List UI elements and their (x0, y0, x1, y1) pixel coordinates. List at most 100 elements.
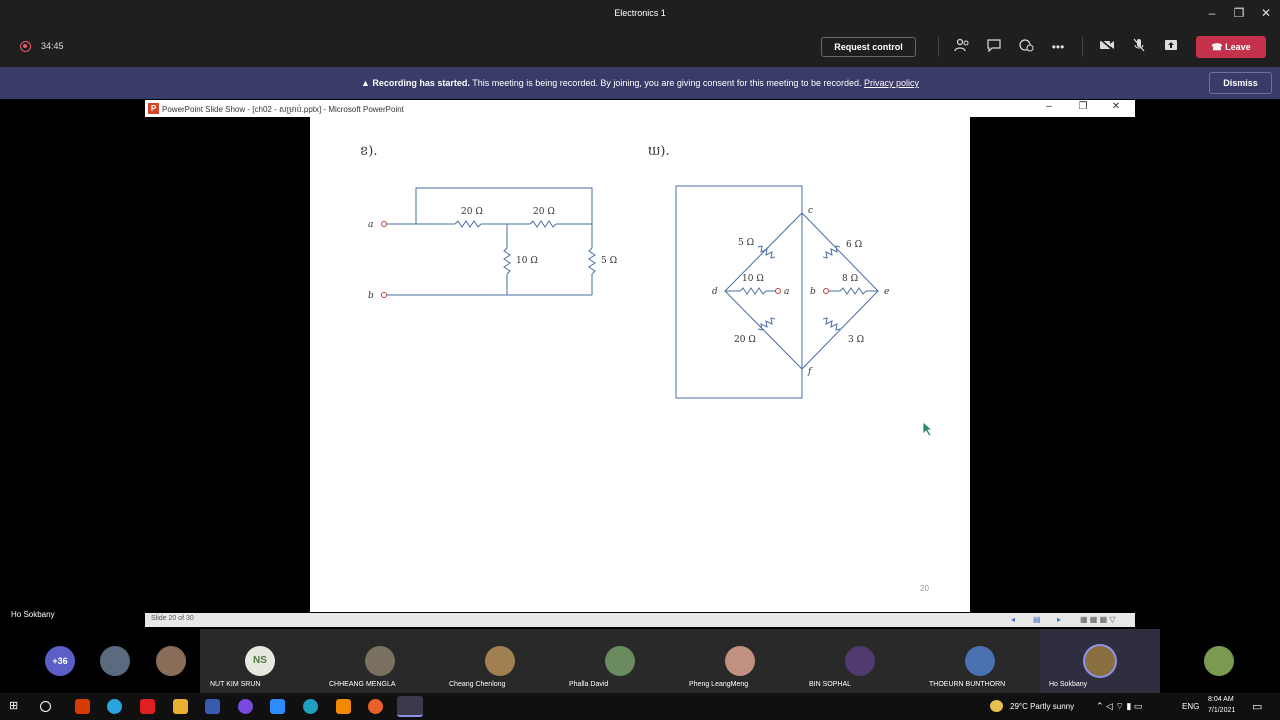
avatar (845, 646, 875, 676)
notifications-icon[interactable]: ▭ (1252, 700, 1262, 713)
meeting-toolbar: 34:45 Request control ••• ☎ Leave (0, 27, 1280, 67)
mic-off-icon[interactable] (1130, 38, 1148, 56)
c1-r2: 20 Ω (533, 207, 555, 217)
c1-terminal-a: a (368, 220, 373, 230)
office-icon[interactable] (75, 699, 90, 714)
avatar (100, 646, 130, 676)
banner-message: ▲ Recording has started. This meeting is… (0, 78, 1280, 88)
mouse-cursor-icon (922, 421, 934, 442)
search-icon[interactable] (40, 701, 51, 712)
phone-hangup-icon: ☎ (1211, 42, 1226, 52)
zoom-icon[interactable] (270, 699, 285, 714)
c2-r5: 5 Ω (738, 238, 754, 248)
tray-icons[interactable]: ⌃ ◁ ⌔ ▮ ▭ (1096, 701, 1142, 712)
c2-node-d: d (712, 287, 718, 297)
c2-r10: 10 Ω (742, 274, 764, 284)
language-indicator[interactable]: ENG (1182, 702, 1199, 711)
next-slide-icon[interactable]: ▸ (1057, 615, 1061, 624)
avatar (156, 646, 186, 676)
slide-page-number: 20 (920, 584, 929, 593)
clock-date[interactable]: 7/1/2021 (1208, 707, 1235, 714)
more-options-icon[interactable]: ••• (1049, 38, 1067, 56)
meeting-timer: 34:45 (41, 41, 64, 51)
banner-text: This meeting is being recorded. By joini… (472, 78, 862, 88)
c1-r4: 5 Ω (601, 256, 617, 266)
firefox-icon[interactable] (368, 699, 383, 714)
c2-node-a: a (784, 287, 789, 297)
participant-name: Phalla David (569, 681, 609, 688)
avatar (365, 646, 395, 676)
circuit-1 (384, 187, 596, 296)
weather-icon[interactable] (990, 700, 1003, 712)
powerpoint-icon: P (148, 103, 159, 114)
participant-name: THOEURN BUNTHORN (929, 681, 1006, 688)
teams-icon[interactable] (397, 696, 423, 717)
powerpoint-statusbar: Slide 20 of 30 ◂ ▤ ▸ ▦ ▦ ▦ ▽ (145, 613, 1135, 627)
recording-banner: ▲ Recording has started. This meeting is… (0, 67, 1280, 99)
slide-count: Slide 20 of 30 (151, 615, 194, 622)
participant-tile[interactable]: NS NUT KIM SRUN (200, 629, 320, 693)
c2-node-f: f (807, 367, 813, 377)
reactions-icon[interactable] (1017, 38, 1035, 56)
privacy-policy-link[interactable]: Privacy policy (864, 78, 919, 88)
toolbar-divider (938, 37, 939, 57)
ppt-minimize-icon[interactable]: – (1041, 101, 1057, 112)
share-screen-icon[interactable] (1162, 38, 1180, 56)
chat-icon[interactable] (985, 38, 1003, 56)
avatar (485, 646, 515, 676)
messenger-icon[interactable] (238, 699, 253, 714)
participants-icon[interactable] (953, 38, 971, 56)
participant-tile[interactable]: Phalla David (560, 629, 680, 693)
request-control-button[interactable]: Request control (821, 37, 916, 57)
word-icon[interactable] (205, 699, 220, 714)
avatar (605, 646, 635, 676)
camera-off-icon[interactable] (1098, 38, 1116, 56)
participant-name: Ho Sokbany (1049, 681, 1088, 688)
participant-name: Pheng LeangMeng (689, 681, 749, 688)
circuit-diagrams: ខ). ឃ). a b 20 Ω 20 Ω 10 Ω 5 Ω c d e f a… (360, 144, 889, 399)
slide-menu-icon[interactable]: ▤ (1033, 615, 1041, 624)
c2-node-b: b (810, 287, 816, 297)
ppt-close-icon[interactable]: ✕ (1108, 101, 1124, 112)
telegram-icon[interactable] (107, 699, 122, 714)
clock-time[interactable]: 8:04 AM (1208, 696, 1234, 703)
youtube-icon[interactable] (140, 699, 155, 714)
avatar: NS (245, 646, 275, 676)
participant-name: BIN SOPHAL (809, 681, 852, 688)
c2-node-c: c (808, 206, 813, 216)
leave-button[interactable]: ☎ Leave (1196, 36, 1266, 58)
prev-slide-icon[interactable]: ◂ (1011, 615, 1015, 624)
vlc-icon[interactable] (336, 699, 351, 714)
participant-tile[interactable]: Cheang Chenlong (440, 629, 560, 693)
ppt-restore-icon[interactable]: ❐ (1075, 101, 1091, 112)
c1-r1: 20 Ω (461, 207, 483, 217)
participant-tile[interactable]: Pheng LeangMeng (680, 629, 800, 693)
participant-tile[interactable]: CHHEANG MENGLA (320, 629, 440, 693)
leave-label: Leave (1225, 42, 1251, 52)
edge-icon[interactable] (303, 699, 318, 714)
c2-r6: 6 Ω (846, 240, 862, 250)
weather-text[interactable]: 29°C Partly sunny (1010, 702, 1074, 711)
presentation-slide: ខ). ឃ). a b 20 Ω 20 Ω 10 Ω 5 Ω c d e f a… (310, 117, 970, 612)
c2-r3: 3 Ω (848, 335, 864, 345)
c2-r20: 20 Ω (734, 335, 756, 345)
view-buttons-icon[interactable]: ▦ ▦ ▦ ▽ (1080, 615, 1116, 624)
participant-tile[interactable]: Ho Sokbany (1040, 629, 1160, 693)
avatar (725, 646, 755, 676)
avatar (965, 646, 995, 676)
participant-tile[interactable]: THOEURN BUNTHORN (920, 629, 1040, 693)
restore-icon[interactable]: ❐ (1229, 6, 1249, 20)
avatar (1204, 646, 1234, 676)
participant-name: CHHEANG MENGLA (329, 681, 396, 688)
close-icon[interactable]: ✕ (1256, 6, 1276, 20)
file-explorer-icon[interactable] (173, 699, 188, 714)
c2-r8: 8 Ω (842, 274, 858, 284)
minimize-icon[interactable]: – (1202, 6, 1222, 20)
overflow-count[interactable]: +36 (45, 646, 75, 676)
windows-start-icon[interactable]: ⊞ (9, 699, 24, 714)
label-a: ខ). (360, 144, 377, 159)
participant-name: NUT KIM SRUN (210, 681, 261, 688)
avatar (1083, 644, 1117, 678)
dismiss-button[interactable]: Dismiss (1209, 72, 1272, 94)
participant-tile[interactable]: BIN SOPHAL (800, 629, 920, 693)
